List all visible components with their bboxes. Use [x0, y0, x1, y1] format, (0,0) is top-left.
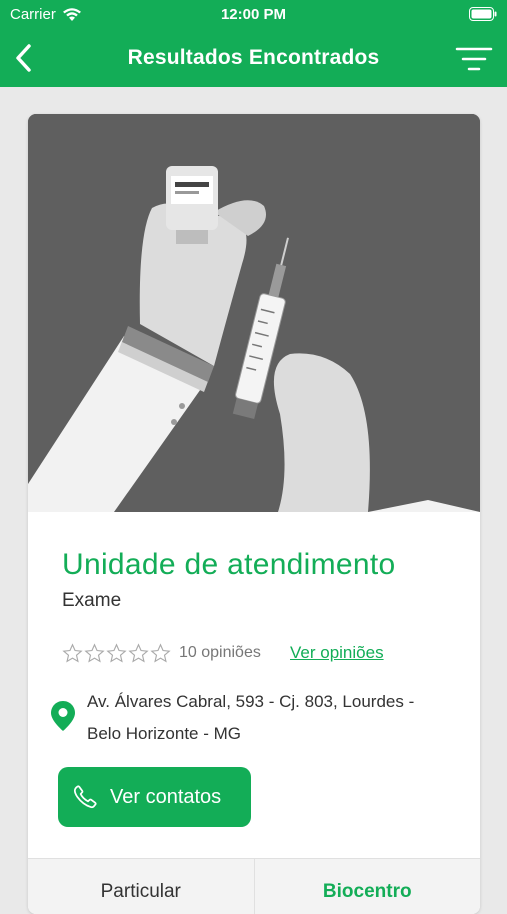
phone-icon [73, 785, 97, 809]
nav-bar: Resultados Encontrados [0, 30, 507, 87]
tab-particular[interactable]: Particular [28, 859, 254, 914]
card-tabs: Particular Biocentro [28, 858, 480, 914]
star-rating [62, 642, 171, 664]
address-text: Av. Álvares Cabral, 593 - Cj. 803, Lourd… [87, 686, 457, 750]
unit-title: Unidade de atendimento [62, 548, 396, 581]
battery-icon [469, 7, 497, 21]
unit-subtitle: Exame [62, 590, 122, 611]
star-empty-icon [62, 642, 83, 663]
tab-biocentro[interactable]: Biocentro [253, 859, 481, 914]
address-line: Av. Álvares Cabral, 593 - Cj. 803, Lourd… [87, 692, 415, 711]
star-empty-icon [150, 642, 171, 663]
page-title: Resultados Encontrados [127, 46, 380, 69]
address-line: Belo Horizonte - MG [87, 724, 241, 743]
star-empty-icon [128, 642, 149, 663]
rating-row: 10 opiniões [62, 641, 261, 665]
see-contacts-label: Ver contatos [110, 785, 222, 808]
status-bar: Carrier 12:00 PM [0, 0, 507, 30]
result-card[interactable]: Unidade de atendimento Exame 10 opiniões… [28, 114, 480, 914]
see-contacts-button[interactable]: Ver contatos [58, 767, 251, 827]
star-empty-icon [84, 642, 105, 663]
reviews-count: 10 opiniões [179, 644, 261, 661]
see-reviews-link[interactable]: Ver opiniões [290, 643, 384, 663]
filter-icon[interactable] [455, 44, 493, 74]
status-time: 12:00 PM [220, 6, 287, 23]
vaccine-illustration [28, 114, 480, 512]
star-empty-icon [106, 642, 127, 663]
location-pin-icon [51, 701, 75, 731]
